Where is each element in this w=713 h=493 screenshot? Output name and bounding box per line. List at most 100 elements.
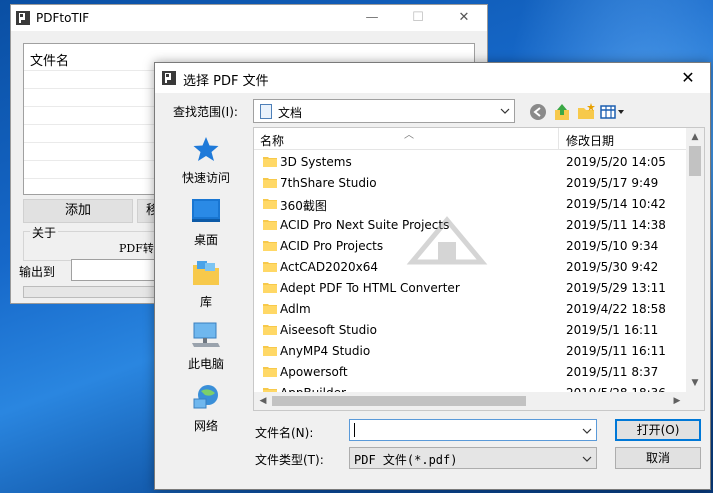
chevron-down-icon bbox=[582, 456, 592, 462]
maximize-button[interactable]: ☐ bbox=[403, 8, 433, 28]
folder-icon bbox=[263, 325, 277, 335]
places-bar: 快速访问 桌面 库 此电脑 网络 bbox=[163, 127, 249, 433]
app-icon bbox=[16, 11, 30, 25]
text-caret bbox=[354, 423, 355, 437]
filetype-value: PDF 文件(*.pdf) bbox=[354, 453, 458, 467]
folder-icon bbox=[263, 199, 277, 209]
file-name: Aiseesoft Studio bbox=[280, 323, 377, 337]
close-button[interactable]: ✕ bbox=[449, 8, 479, 28]
filetype-label: 文件类型(T): bbox=[255, 453, 324, 467]
file-date: 2019/5/10 9:34 bbox=[566, 239, 659, 253]
documents-icon bbox=[260, 104, 272, 119]
vertical-scrollbar[interactable]: ▲ ▼ bbox=[686, 128, 704, 392]
place-label: 此电脑 bbox=[187, 357, 224, 371]
sort-ascending-icon: ︿ bbox=[404, 130, 414, 141]
folder-icon bbox=[263, 157, 277, 167]
file-name: ActCAD2020x64 bbox=[280, 260, 379, 274]
place-label: 桌面 bbox=[193, 233, 218, 247]
file-row[interactable]: Adlm 2019/4/22 18:58 bbox=[254, 299, 686, 320]
place-this-pc[interactable]: 此电脑 bbox=[163, 317, 249, 377]
library-icon bbox=[193, 261, 219, 285]
folder-icon bbox=[263, 304, 277, 314]
look-in-label: 查找范围(I): bbox=[173, 105, 238, 119]
place-label: 库 bbox=[199, 295, 212, 309]
place-label: 快速访问 bbox=[181, 171, 230, 185]
column-name-header[interactable]: 名称 bbox=[260, 132, 284, 149]
file-name: 7thShare Studio bbox=[280, 176, 377, 190]
scroll-thumb[interactable] bbox=[272, 396, 526, 406]
file-row[interactable]: Aiseesoft Studio 2019/5/1 16:11 bbox=[254, 320, 686, 341]
column-separator[interactable] bbox=[558, 128, 559, 150]
scroll-right-icon[interactable]: ▶ bbox=[668, 392, 686, 410]
computer-icon bbox=[192, 322, 220, 347]
output-label: 输出到 bbox=[19, 265, 56, 279]
window-title: PDFtoTIF bbox=[36, 11, 90, 25]
file-row[interactable]: 3D Systems 2019/5/20 14:05 bbox=[254, 152, 686, 173]
up-folder-icon[interactable] bbox=[551, 101, 573, 123]
star-icon bbox=[193, 137, 219, 161]
open-file-dialog: 选择 PDF 文件 ✕ 查找范围(I): 文档 快速访问 桌面 库 此电脑 网络… bbox=[154, 62, 711, 490]
filetype-dropdown[interactable]: PDF 文件(*.pdf) bbox=[349, 447, 597, 469]
cancel-button[interactable]: 取消 bbox=[615, 447, 701, 469]
filename-label: 文件名(N): bbox=[255, 426, 314, 440]
scroll-left-icon[interactable]: ◀ bbox=[254, 392, 272, 410]
add-button[interactable]: 添加 bbox=[23, 199, 133, 223]
file-date: 2019/5/11 8:37 bbox=[566, 365, 659, 379]
about-group-label: 关于 bbox=[30, 224, 59, 241]
folder-icon bbox=[263, 262, 277, 272]
filename-input[interactable] bbox=[349, 419, 597, 441]
file-date: 2019/5/11 16:11 bbox=[566, 344, 666, 358]
minimize-button[interactable]: — bbox=[357, 8, 387, 28]
new-folder-icon[interactable] bbox=[575, 101, 597, 123]
place-label: 网络 bbox=[193, 419, 218, 433]
place-network[interactable]: 网络 bbox=[163, 379, 249, 439]
file-date: 2019/5/20 14:05 bbox=[566, 155, 666, 169]
chevron-down-icon bbox=[500, 108, 510, 114]
file-name: 3D Systems bbox=[280, 155, 352, 169]
folder-icon bbox=[263, 367, 277, 377]
dialog-titlebar[interactable]: 选择 PDF 文件 ✕ bbox=[155, 63, 710, 93]
dialog-close-button[interactable]: ✕ bbox=[666, 63, 710, 93]
list-header: 文件名 bbox=[30, 54, 70, 69]
file-name: Apowersoft bbox=[280, 365, 348, 379]
scroll-thumb[interactable] bbox=[689, 146, 701, 176]
scroll-up-icon[interactable]: ▲ bbox=[686, 128, 704, 146]
file-date: 2019/5/30 9:42 bbox=[566, 260, 659, 274]
file-row[interactable]: Apowersoft 2019/5/11 8:37 bbox=[254, 362, 686, 383]
about-text: PDF转 bbox=[119, 242, 154, 255]
file-row[interactable]: AnyMP4 Studio 2019/5/11 16:11 bbox=[254, 341, 686, 362]
file-date: 2019/5/17 9:49 bbox=[566, 176, 659, 190]
open-button[interactable]: 打开(O) bbox=[615, 419, 701, 441]
file-name: ACID Pro Projects bbox=[280, 239, 384, 253]
scrollbar-corner bbox=[686, 392, 704, 410]
file-row[interactable]: Adept PDF To HTML Converter 2019/5/29 13… bbox=[254, 278, 686, 299]
view-menu-icon[interactable] bbox=[599, 101, 627, 123]
column-date-header[interactable]: 修改日期 bbox=[566, 132, 614, 149]
place-desktop[interactable]: 桌面 bbox=[163, 193, 249, 253]
folder-icon bbox=[263, 178, 277, 188]
horizontal-scrollbar[interactable]: ◀ ▶ bbox=[254, 392, 686, 410]
back-icon[interactable] bbox=[527, 101, 549, 123]
desktop-icon bbox=[192, 199, 220, 222]
app-icon bbox=[162, 71, 176, 85]
scroll-down-icon[interactable]: ▼ bbox=[686, 374, 704, 392]
file-date: 2019/5/11 14:38 bbox=[566, 218, 666, 232]
look-in-value: 文档 bbox=[278, 106, 303, 120]
look-in-dropdown[interactable]: 文档 bbox=[253, 99, 515, 123]
column-header: ︿ 名称 修改日期 bbox=[254, 128, 686, 150]
file-date: 2019/5/1 16:11 bbox=[566, 323, 659, 337]
chevron-down-icon[interactable] bbox=[582, 426, 592, 436]
folder-icon bbox=[263, 220, 277, 230]
folder-icon bbox=[263, 283, 277, 293]
file-date: 2019/5/14 10:42 bbox=[566, 197, 666, 211]
pdftotif-titlebar[interactable]: PDFtoTIF — ☐ ✕ bbox=[11, 5, 487, 31]
file-name: Adlm bbox=[280, 302, 311, 316]
file-date: 2019/4/22 18:58 bbox=[566, 302, 666, 316]
network-icon bbox=[193, 385, 218, 409]
place-library[interactable]: 库 bbox=[163, 255, 249, 315]
file-name: AnyMP4 Studio bbox=[280, 344, 371, 358]
place-quick-access[interactable]: 快速访问 bbox=[163, 131, 249, 191]
file-name: 360截图 bbox=[280, 199, 327, 213]
file-row[interactable]: 7thShare Studio 2019/5/17 9:49 bbox=[254, 173, 686, 194]
file-date: 2019/5/29 13:11 bbox=[566, 281, 666, 295]
